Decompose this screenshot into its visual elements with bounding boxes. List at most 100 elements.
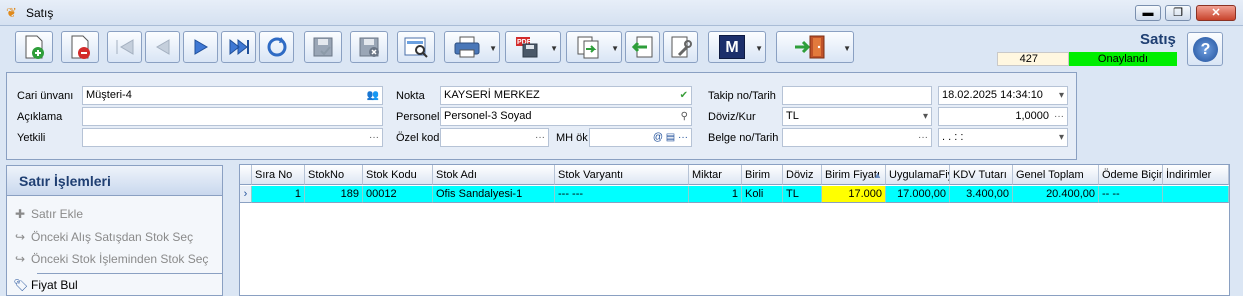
m-logo-icon: M (719, 35, 745, 59)
cell-stok-no[interactable]: 189 (305, 186, 363, 203)
cell-genel-toplam[interactable]: 20.400,00 (1013, 186, 1099, 203)
column-header-birim[interactable]: Birim (742, 165, 783, 185)
find-price-action[interactable]: 🏷 Fiyat Bul (13, 278, 78, 292)
cell-uygulama-fiyati[interactable]: 17.000,00 (886, 186, 950, 203)
tools-button[interactable] (663, 31, 698, 63)
cell-birim-fiyati[interactable]: 17.000 (822, 186, 886, 203)
column-header-kdv-tutari[interactable]: KDV Tutarı (950, 165, 1013, 185)
column-header-sira-no[interactable]: Sıra No (252, 165, 305, 185)
people-icon[interactable]: 👥 (367, 87, 379, 104)
column-header-genel-toplam[interactable]: Genel Toplam (1013, 165, 1099, 185)
column-header-stok-no[interactable]: StokNo (305, 165, 363, 185)
save-icon (313, 37, 333, 57)
cell-stok-adi[interactable]: Ofis Sandalyesi-1 (433, 186, 555, 203)
wrench-icon (671, 36, 692, 58)
chevron-down-icon[interactable]: ▾ (1059, 87, 1064, 104)
mh-ok-field[interactable]: @ ▤ ··· (589, 128, 692, 147)
takip-no-field[interactable] (782, 86, 932, 105)
minimize-button[interactable]: ▬ (1135, 5, 1161, 21)
document-number: 427 (997, 52, 1069, 66)
column-header-doviz[interactable]: Döviz (783, 165, 822, 185)
cari-unvani-field[interactable]: Müşteri-4 👥 (82, 86, 383, 105)
column-header-stok-kodu[interactable]: Stok Kodu (363, 165, 433, 185)
ozel-kod-field[interactable]: ··· (440, 128, 549, 147)
save-button[interactable] (304, 31, 342, 63)
chevron-down-icon[interactable]: ▾ (1059, 129, 1064, 146)
kur-field[interactable]: 1,0000 ··· (938, 107, 1068, 126)
chevron-down-icon[interactable]: ▾ (923, 108, 928, 125)
pdf-export-button[interactable]: PDF ▼ (505, 31, 561, 63)
add-row-action[interactable]: ✚ Satır Ekle (13, 207, 83, 221)
nokta-field[interactable]: KAYSERİ MERKEZ ✔ (440, 86, 692, 105)
column-header-odeme-bicimi[interactable]: Ödeme Biçimi (1099, 165, 1163, 185)
cell-indirimler[interactable] (1163, 186, 1229, 203)
belge-date-field[interactable]: . . : : ▾ (938, 128, 1068, 147)
column-header-stok-adi[interactable]: Stok Adı (433, 165, 555, 185)
cell-birim[interactable]: Koli (742, 186, 783, 203)
ellipsis-icon[interactable]: ··· (1054, 108, 1064, 125)
cell-odeme-bicimi[interactable]: -- -- (1099, 186, 1163, 203)
cell-miktar[interactable]: 1 (689, 186, 742, 203)
takip-label: Takip no/Tarih (708, 90, 776, 102)
chevron-down-icon: ▼ (489, 44, 497, 53)
page-title: Satış (1140, 31, 1176, 48)
ellipsis-icon[interactable]: ··· (369, 129, 379, 146)
print-button[interactable]: ▼ (444, 31, 500, 63)
column-header-miktar[interactable]: Miktar (689, 165, 742, 185)
column-header-uygulama-fiyati[interactable]: UygulamaFiyatı (886, 165, 950, 185)
m-menu-button[interactable]: M ▼ (708, 31, 766, 63)
cell-stok-kodu[interactable]: 00012 (363, 186, 433, 203)
ellipsis-icon[interactable]: ··· (918, 129, 928, 146)
save-close-button[interactable] (350, 31, 388, 63)
row-selector-icon[interactable]: › (240, 186, 252, 203)
new-button[interactable] (15, 31, 53, 63)
previous-record-button[interactable] (145, 31, 180, 63)
save-close-icon (359, 37, 379, 57)
help-button[interactable]: ? (1187, 32, 1223, 66)
price-tag-icon: 🏷 (13, 278, 29, 292)
previous-sale-stock-action[interactable]: ↪ Önceki Alış Satışdan Stok Seç (13, 230, 193, 244)
redo-arrow-icon: ↪ (14, 252, 26, 266)
column-header-stok-varyanti[interactable]: Stok Varyantı (555, 165, 689, 185)
yetkili-field[interactable]: ··· (82, 128, 383, 147)
next-record-button[interactable] (183, 31, 218, 63)
transfer-button[interactable]: ▼ (566, 31, 622, 63)
aciklama-field[interactable] (82, 107, 383, 126)
takip-date-field[interactable]: 18.02.2025 14:34:10 ▾ (938, 86, 1068, 105)
ellipsis-icon[interactable]: ··· (535, 129, 545, 146)
birim-fiyati-header-label: Birim Fiyatı (825, 169, 880, 181)
yetkili-label: Yetkili (17, 132, 46, 144)
cell-sira-no[interactable]: 1 (252, 186, 305, 203)
takip-date-value: 18.02.2025 14:34:10 (942, 89, 1043, 101)
search-person-icon[interactable]: ⚲ (681, 108, 688, 125)
cell-stok-varyanti[interactable]: --- --- (555, 186, 689, 203)
belge-no-field[interactable]: ··· (782, 128, 932, 147)
new-document-icon (25, 35, 44, 59)
refresh-button[interactable] (259, 31, 294, 63)
close-button[interactable]: ✕ (1196, 5, 1236, 21)
header-form: Cari ünvanı Müşteri-4 👥 Açıklama Yetkili… (6, 72, 1077, 160)
last-record-button[interactable] (221, 31, 256, 63)
exit-button[interactable]: ▼ (776, 31, 854, 63)
chevron-down-icon: ▼ (611, 44, 619, 53)
personel-label: Personel (396, 111, 440, 123)
email-icon[interactable]: @ ▤ ··· (653, 129, 688, 146)
maximize-button[interactable]: ❐ (1165, 5, 1191, 21)
import-button[interactable] (625, 31, 660, 63)
delete-document-icon (71, 35, 90, 59)
pdf-save-icon: PDF (516, 37, 538, 58)
first-record-button[interactable] (107, 31, 142, 63)
column-header-indirimler[interactable]: İndirimler (1163, 165, 1229, 185)
cell-kdv-tutari[interactable]: 3.400,00 (950, 186, 1013, 203)
previous-stock-action[interactable]: ↪ Önceki Stok İşleminden Stok Seç (13, 252, 208, 266)
cell-doviz[interactable]: TL (783, 186, 822, 203)
preview-button[interactable] (397, 31, 435, 63)
check-icon[interactable]: ✔ (680, 87, 688, 104)
documents-transfer-icon (577, 36, 599, 59)
doviz-select[interactable]: TL ▾ (782, 107, 932, 126)
column-header-birim-fiyati[interactable]: Birim Fiyatı ▲ (822, 165, 886, 185)
personel-field[interactable]: Personel-3 Soyad ⚲ (440, 107, 692, 126)
delete-button[interactable] (61, 31, 99, 63)
help-icon: ? (1193, 37, 1218, 62)
exit-door-icon (795, 35, 825, 59)
